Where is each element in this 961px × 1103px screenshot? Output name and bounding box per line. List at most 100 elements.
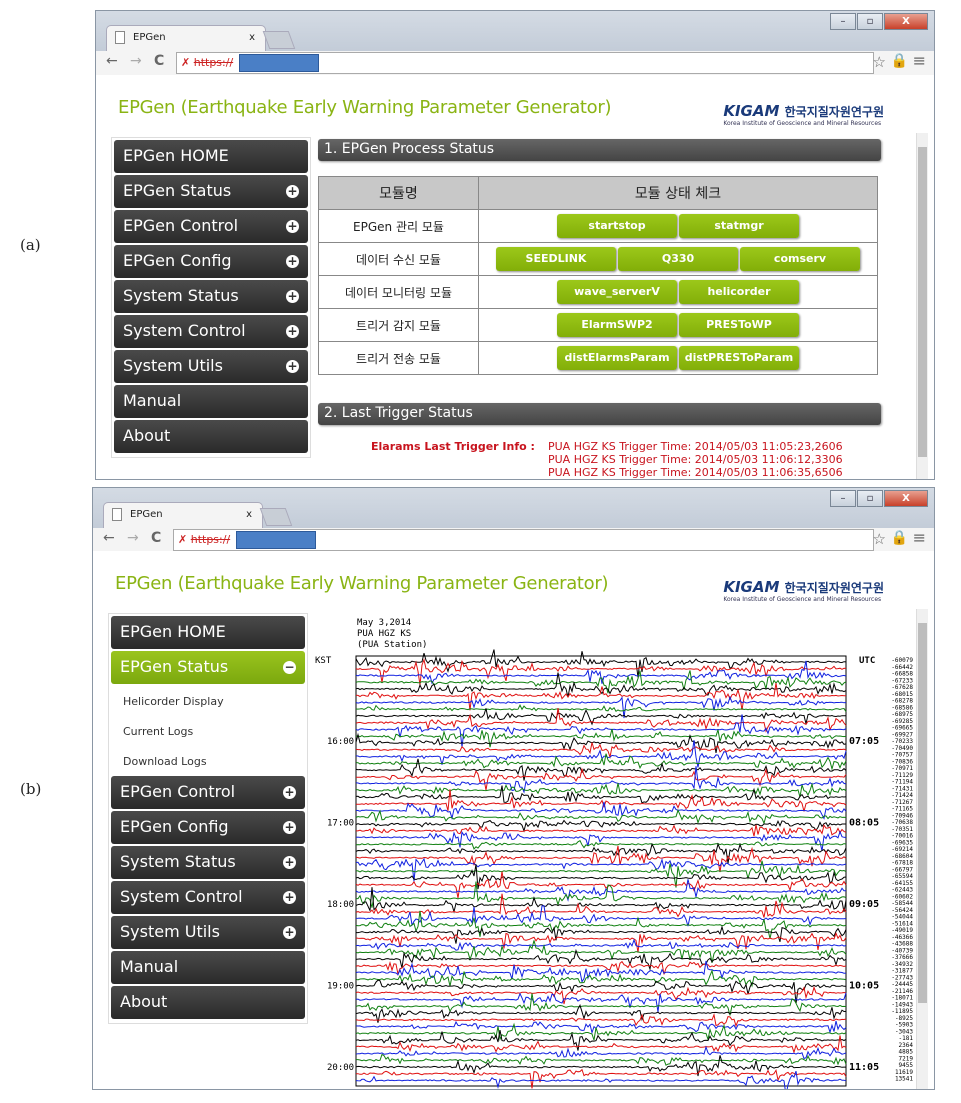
menu-label: Manual xyxy=(120,957,179,976)
close-window-button[interactable]: X xyxy=(884,490,928,507)
left-time-label: 16:00 xyxy=(327,737,354,747)
section-heading-process: 1. EPGen Process Status xyxy=(318,139,881,161)
scrollbar[interactable] xyxy=(916,133,928,479)
expand-plus-icon[interactable]: + xyxy=(286,185,299,198)
back-button[interactable]: ← xyxy=(103,530,115,546)
module-button-q330[interactable]: Q330 xyxy=(618,247,738,271)
trigger-entry: PUA HGZ KS Trigger Time: 2014/05/03 11:0… xyxy=(548,453,843,466)
menu-label: EPGen Control xyxy=(120,782,236,801)
module-button-elarmswp2[interactable]: ElarmSWP2 xyxy=(557,313,677,337)
module-name-cell: 트리거 전송 모듈 xyxy=(318,341,479,375)
page-title: EPGen (Earthquake Early Warning Paramete… xyxy=(118,97,612,118)
sidebar-item-system-control[interactable]: System Control + xyxy=(114,315,308,348)
menu-label: System Utils xyxy=(123,356,223,375)
module-button-distprestoparam[interactable]: distPRESToParam xyxy=(679,346,799,370)
address-bar[interactable]: ✗ https:// xyxy=(173,529,874,551)
sidebar-item-about[interactable]: About xyxy=(114,420,308,453)
module-button-statmgr[interactable]: statmgr xyxy=(679,214,799,238)
minimize-button[interactable]: – xyxy=(830,13,856,30)
expand-plus-icon[interactable]: + xyxy=(283,786,296,799)
sidebar-item-epgen-home[interactable]: EPGen HOME xyxy=(114,140,308,173)
expand-plus-icon[interactable]: + xyxy=(283,821,296,834)
section-heading-trigger: 2. Last Trigger Status xyxy=(318,403,881,425)
insecure-lock-icon: ✗ xyxy=(181,56,194,69)
browser-window-b: EPGen x – ▫ X ← → C ✗ https:// ☆ 🔒 ≡ EPGen … xyxy=(92,487,935,1090)
module-button-comserv[interactable]: comserv xyxy=(740,247,860,271)
back-button[interactable]: ← xyxy=(106,53,118,69)
sidebar-item-system-utils[interactable]: System Utils + xyxy=(111,916,305,949)
expand-plus-icon[interactable]: + xyxy=(286,290,299,303)
sidebar-item-about[interactable]: About xyxy=(111,986,305,1019)
module-button-wave-serverv[interactable]: wave_serverV xyxy=(557,280,677,304)
extension-icon[interactable]: 🔒 xyxy=(891,53,908,69)
page-icon xyxy=(112,508,122,521)
browser-window-a: EPGen x – ▫ X ← → C ✗ https:// ☆ 🔒 ≡ EPGen … xyxy=(95,10,935,480)
tab-close-button[interactable]: x xyxy=(246,509,252,520)
submenu-download-logs[interactable]: Download Logs xyxy=(111,746,305,776)
sidebar-item-system-status[interactable]: System Status + xyxy=(114,280,308,313)
expand-plus-icon[interactable]: + xyxy=(283,856,296,869)
sidebar-item-epgen-status[interactable]: EPGen Status + xyxy=(114,175,308,208)
sidebar-item-epgen-home[interactable]: EPGen HOME xyxy=(111,616,305,649)
extension-icon[interactable]: 🔒 xyxy=(891,530,908,546)
reload-button[interactable]: C xyxy=(151,530,161,546)
scrollbar[interactable] xyxy=(916,609,928,1089)
table-row: 트리거 감지 모듈 ElarmSWP2 PRESToWP xyxy=(318,308,878,342)
tab-close-button[interactable]: x xyxy=(249,32,255,43)
sidebar-item-epgen-control[interactable]: EPGen Control + xyxy=(111,776,305,809)
forward-button[interactable]: → xyxy=(127,530,139,546)
trigger-entry: PUA HGZ KS Trigger Time: 2014/05/03 11:0… xyxy=(548,440,843,453)
close-window-button[interactable]: X xyxy=(884,13,928,30)
module-button-prestowp[interactable]: PRESToWP xyxy=(679,313,799,337)
sidebar-item-epgen-status[interactable]: EPGen Status − xyxy=(111,651,305,684)
module-name-cell: 데이터 수신 모듈 xyxy=(318,242,479,276)
module-button-helicorder[interactable]: helicorder xyxy=(679,280,799,304)
expand-plus-icon[interactable]: + xyxy=(286,325,299,338)
module-button-distelarmsparam[interactable]: distElarmsParam xyxy=(557,346,677,370)
menu-icon[interactable]: ≡ xyxy=(913,51,926,70)
expand-plus-icon[interactable]: + xyxy=(283,891,296,904)
expand-plus-icon[interactable]: + xyxy=(286,255,299,268)
kigam-logo: KIGAM 한국지질자원연구원 Korea Institute of Geosci… xyxy=(723,578,884,603)
sidebar-item-epgen-config[interactable]: EPGen Config + xyxy=(114,245,308,278)
menu-label: EPGen Config xyxy=(123,251,232,270)
menu-label: EPGen HOME xyxy=(120,622,226,641)
scrollbar-thumb[interactable] xyxy=(918,623,927,1003)
submenu-helicorder-display[interactable]: Helicorder Display xyxy=(111,686,305,716)
maximize-button[interactable]: ▫ xyxy=(857,490,883,507)
submenu-current-logs[interactable]: Current Logs xyxy=(111,716,305,746)
expand-plus-icon[interactable]: + xyxy=(286,220,299,233)
scrollbar-thumb[interactable] xyxy=(918,147,927,457)
new-tab-button[interactable] xyxy=(259,508,293,526)
forward-button[interactable]: → xyxy=(130,53,142,69)
sidebar-menu: EPGen HOME EPGen Status − Helicorder Disp… xyxy=(108,613,308,1024)
browser-tab[interactable]: EPGen x xyxy=(103,502,263,528)
sidebar-item-epgen-config[interactable]: EPGen Config + xyxy=(111,811,305,844)
minimize-button[interactable]: – xyxy=(830,490,856,507)
menu-label: System Utils xyxy=(120,922,220,941)
sidebar-item-manual[interactable]: Manual xyxy=(114,385,308,418)
figure-label-a: (a) xyxy=(20,236,41,254)
sidebar-item-manual[interactable]: Manual xyxy=(111,951,305,984)
trigger-info-label: Elarams Last Trigger Info : xyxy=(371,440,535,453)
bookmark-star-icon[interactable]: ☆ xyxy=(873,530,886,548)
new-tab-button[interactable] xyxy=(262,31,296,49)
right-time-label: 10:05 xyxy=(849,981,879,992)
menu-icon[interactable]: ≡ xyxy=(913,528,926,547)
sidebar-item-system-control[interactable]: System Control + xyxy=(111,881,305,914)
collapse-minus-icon[interactable]: − xyxy=(283,661,296,674)
sidebar-item-epgen-control[interactable]: EPGen Control + xyxy=(114,210,308,243)
module-button-seedlink[interactable]: SEEDLINK xyxy=(496,247,616,271)
col-header-status-check: 모듈 상태 체크 xyxy=(478,176,878,210)
browser-tab[interactable]: EPGen x xyxy=(106,25,266,51)
sidebar-item-system-status[interactable]: System Status + xyxy=(111,846,305,879)
expand-plus-icon[interactable]: + xyxy=(286,360,299,373)
url-redacted xyxy=(236,531,316,549)
module-button-startstop[interactable]: startstop xyxy=(557,214,677,238)
expand-plus-icon[interactable]: + xyxy=(283,926,296,939)
bookmark-star-icon[interactable]: ☆ xyxy=(873,53,886,71)
reload-button[interactable]: C xyxy=(154,53,164,69)
sidebar-item-system-utils[interactable]: System Utils + xyxy=(114,350,308,383)
address-bar[interactable]: ✗ https:// xyxy=(176,52,874,74)
maximize-button[interactable]: ▫ xyxy=(857,13,883,30)
